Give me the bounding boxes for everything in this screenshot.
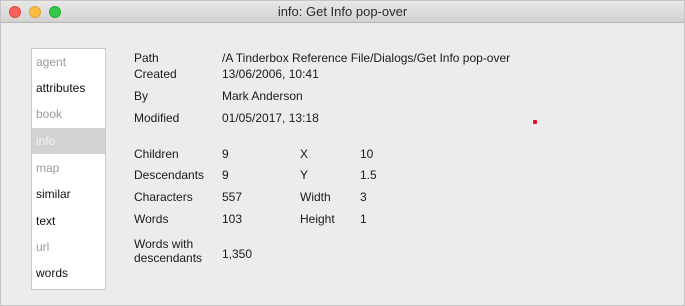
sidebar-item-info[interactable]: info (32, 128, 105, 154)
sidebar-item-book[interactable]: book (32, 101, 105, 127)
width-value: 3 (360, 190, 367, 204)
get-info-window: info: Get Info pop-over agent attributes… (0, 0, 685, 306)
path-value: /A Tinderbox Reference File/Dialogs/Get … (222, 51, 511, 65)
children-label: Children (134, 147, 179, 161)
created-value: 13/06/2006, 10:41 (222, 67, 319, 81)
sidebar-item-words[interactable]: words (32, 260, 105, 286)
words-with-descendants-label: Words with descendants (134, 237, 203, 265)
sidebar-item-agent[interactable]: agent (32, 49, 105, 75)
info-category-list: agent attributes book info map similar t… (31, 48, 106, 290)
modified-value: 01/05/2017, 13:18 (222, 111, 319, 125)
by-label: By (134, 89, 149, 103)
words-with-descendants-value: 1,350 (222, 247, 253, 261)
characters-label: Characters (134, 190, 193, 204)
sidebar-item-map[interactable]: map (32, 155, 105, 181)
children-value: 9 (222, 147, 229, 161)
sidebar-item-text[interactable]: text (32, 208, 105, 234)
sidebar-item-attributes[interactable]: attributes (32, 75, 105, 101)
descendants-label: Descendants (134, 168, 205, 182)
height-value: 1 (360, 212, 367, 226)
words-label: Words (134, 212, 169, 226)
path-label: Path (134, 51, 159, 65)
red-marker-dot (533, 120, 537, 124)
height-label: Height (300, 212, 335, 226)
window-title: info: Get Info pop-over (277, 4, 408, 19)
y-value: 1.5 (360, 168, 377, 182)
modified-label: Modified (134, 111, 180, 125)
y-label: Y (300, 168, 309, 182)
title-bar[interactable]: info: Get Info pop-over (1, 1, 684, 23)
descendants-value: 9 (222, 168, 229, 182)
sidebar-item-similar[interactable]: similar (32, 181, 105, 207)
created-label: Created (134, 67, 177, 81)
x-value: 10 (360, 147, 374, 161)
x-label: X (300, 147, 309, 161)
by-value: Mark Anderson (222, 89, 303, 103)
sidebar-item-url[interactable]: url (32, 234, 105, 260)
width-label: Width (300, 190, 331, 204)
characters-value: 557 (222, 190, 243, 204)
words-value: 103 (222, 212, 243, 226)
